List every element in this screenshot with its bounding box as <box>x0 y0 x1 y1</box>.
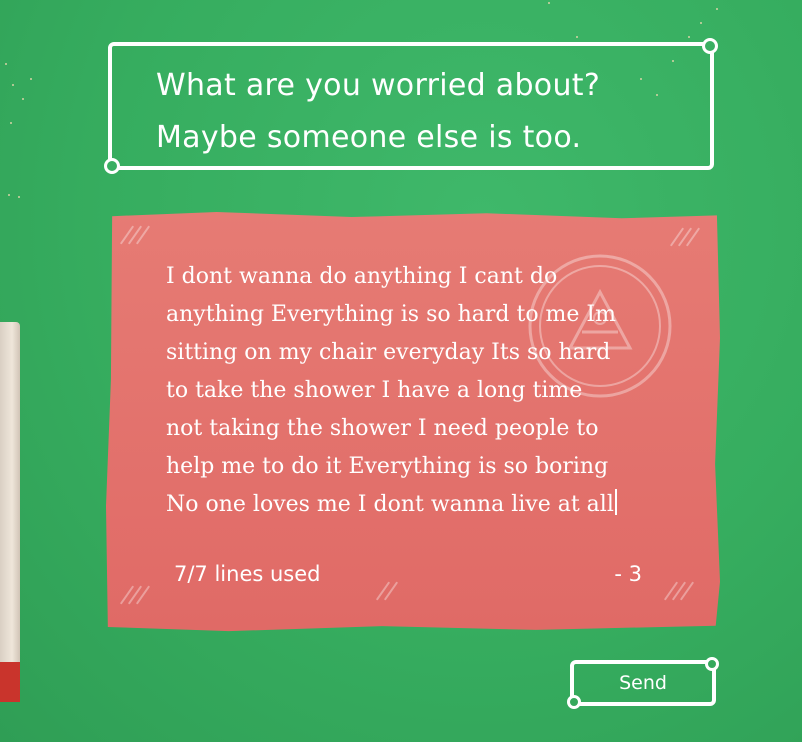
note-line: not taking the shower I need people to <box>166 416 599 441</box>
prompt-line-2: Maybe someone else is too. <box>156 120 582 155</box>
worry-note[interactable]: I dont wanna do anything I cant do anyth… <box>106 212 720 632</box>
paper-hatch-decoration <box>669 226 706 254</box>
note-text-input[interactable]: I dont wanna do anything I cant do anyth… <box>166 258 666 524</box>
lines-used-label: 7/7 lines used <box>174 562 321 586</box>
prompt-box: What are you worried about? Maybe someon… <box>104 38 718 174</box>
side-object <box>0 322 20 702</box>
game-scene: What are you worried about? Maybe someon… <box>0 0 802 742</box>
note-line: to take the shower I have a long time <box>166 378 583 403</box>
note-line: I dont wanna do anything I cant do <box>166 264 558 289</box>
text-caret <box>614 489 617 515</box>
prompt-line-1: What are you worried about? <box>156 68 601 103</box>
paper-hatch-decoration <box>119 224 156 252</box>
note-line-text: No one loves me I dont wanna live at all <box>166 492 614 517</box>
note-line: sitting on my chair everyday Its so hard <box>166 340 611 365</box>
note-line: help me to do it Everything is so boring <box>166 454 609 479</box>
counter-label: - 3 <box>614 562 642 586</box>
note-line-last: No one loves me I dont wanna live at all <box>166 486 666 524</box>
send-button[interactable]: Send <box>567 657 719 709</box>
note-line: anything Everything is so hard to me Im <box>166 302 616 327</box>
side-object-band <box>0 662 20 702</box>
paper-hatch-decoration <box>663 580 700 608</box>
paper-hatch-decoration <box>375 580 412 608</box>
paper-hatch-decoration <box>119 584 156 612</box>
